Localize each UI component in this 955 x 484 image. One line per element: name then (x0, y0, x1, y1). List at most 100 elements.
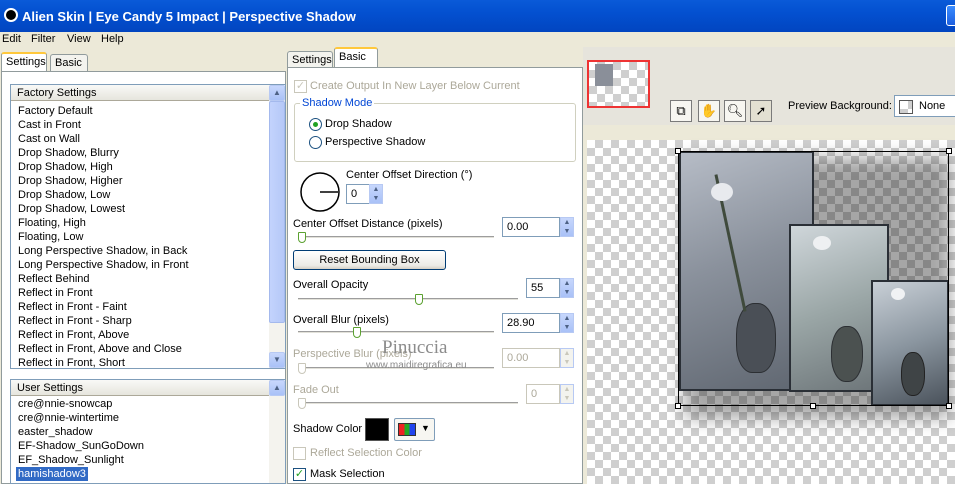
bbox-handle[interactable] (675, 403, 681, 409)
list-item[interactable]: Drop Shadow, Blurry (16, 146, 121, 160)
direction-dial[interactable] (298, 170, 342, 214)
create-output-label: Create Output In New Layer Below Current (310, 80, 520, 92)
fade-out-label: Fade Out (293, 384, 339, 396)
bbox-handle[interactable] (946, 148, 952, 154)
bbox-handle[interactable] (675, 148, 681, 154)
hand-tool-icon[interactable]: ✋ (698, 100, 720, 122)
direction-spinner-icon[interactable]: ▲ ▼ (369, 184, 383, 204)
shadow-mode-label: Shadow Mode (300, 97, 375, 109)
navigator-thumbnail[interactable] (587, 60, 650, 108)
drop-shadow-radio[interactable] (309, 118, 322, 131)
scroll-down-icon[interactable]: ▼ (269, 352, 285, 368)
perspective-blur-slider[interactable] (298, 363, 306, 374)
list-item[interactable]: cre@nnie-snowcap (16, 397, 114, 411)
menu-bar: Edit Filter View Help (0, 32, 955, 47)
drop-shadow-label: Drop Shadow (325, 118, 392, 130)
bbox-handle[interactable] (810, 403, 816, 409)
overall-opacity-slider[interactable] (414, 294, 423, 305)
center-offset-distance-slider[interactable] (298, 232, 306, 243)
bbox-handle[interactable] (946, 403, 952, 409)
preview-canvas[interactable] (587, 140, 955, 484)
overall-blur-field[interactable]: 28.90 (502, 313, 560, 333)
bounding-box[interactable] (678, 151, 949, 406)
color-picker-button[interactable]: ▼ (394, 418, 435, 441)
factory-scrollbar[interactable]: ▲ ▼ (269, 85, 285, 368)
list-item[interactable]: cre@nnie-wintertime (16, 411, 121, 425)
create-output-checkbox[interactable]: ✓ (294, 80, 307, 93)
menu-edit[interactable]: Edit (2, 33, 21, 45)
scroll-up-icon[interactable]: ▲ (269, 380, 285, 396)
opacity-spinner-icon[interactable]: ▲ ▼ (560, 278, 574, 298)
fade-out-slider[interactable] (298, 398, 306, 409)
overall-blur-label: Overall Blur (pixels) (293, 314, 389, 326)
mask-selection-label: Mask Selection (310, 468, 385, 480)
compare-icon[interactable]: ⧉ (670, 100, 692, 122)
zoom-icon[interactable]: 🔍︎ (724, 100, 746, 122)
title-bar: Alien Skin | Eye Candy 5 Impact | Perspe… (0, 0, 955, 32)
list-item[interactable]: Drop Shadow, Lowest (16, 202, 127, 216)
scroll-up-icon[interactable]: ▲ (269, 85, 285, 101)
center-offset-distance-field[interactable]: 0.00 (502, 217, 560, 237)
list-item[interactable]: hamishadow3 (16, 467, 88, 481)
list-item[interactable]: Drop Shadow, Higher (16, 174, 125, 188)
shadow-color-swatch[interactable] (365, 418, 389, 441)
list-item[interactable]: Long Perspective Shadow, in Front (16, 258, 191, 272)
watermark-url: www.maidiregrafica.eu (366, 360, 467, 371)
overall-opacity-label: Overall Opacity (293, 279, 369, 291)
list-item[interactable]: EF-Shadow_SunGoDown (16, 439, 146, 453)
tab-basic-mid[interactable]: Basic (334, 47, 378, 67)
preview-background-select[interactable]: None (894, 95, 955, 117)
list-item[interactable]: Drop Shadow, High (16, 160, 115, 174)
scroll-thumb[interactable] (269, 101, 285, 323)
list-item[interactable]: Factory Default (16, 104, 95, 118)
list-item[interactable]: Reflect Behind (16, 272, 92, 286)
perspective-blur-field[interactable]: 0.00 (502, 348, 560, 368)
user-settings-list[interactable]: User Settings cre@nnie-snowcap cre@nnie-w… (10, 379, 286, 484)
overall-opacity-track (298, 298, 518, 301)
fade-out-field[interactable]: 0 (526, 384, 560, 404)
minimize-button[interactable] (946, 5, 955, 26)
list-item[interactable]: Reflect in Front - Faint (16, 300, 129, 314)
overall-blur-slider[interactable] (352, 327, 361, 338)
perspective-shadow-radio[interactable] (309, 136, 322, 149)
list-item[interactable]: Reflect in Front, Short (16, 356, 127, 368)
list-item[interactable]: Reflect in Front - Sharp (16, 314, 134, 328)
overall-opacity-field[interactable]: 55 (526, 278, 560, 298)
user-settings-header: User Settings (11, 380, 269, 396)
palette-icon (398, 423, 416, 436)
factory-settings-list[interactable]: Factory Settings Factory Default Cast in … (10, 84, 286, 369)
menu-help[interactable]: Help (101, 33, 124, 45)
list-item[interactable]: Reflect in Front (16, 286, 95, 300)
list-item[interactable]: Reflect in Front, Above and Close (16, 342, 184, 356)
list-item[interactable]: Cast on Wall (16, 132, 82, 146)
list-item[interactable]: EF_Shadow_Sunlight (16, 453, 126, 467)
perspective-blur-spinner-icon[interactable]: ▲ ▼ (560, 348, 574, 368)
list-item[interactable]: Floating, High (16, 216, 88, 230)
tab-basic-left[interactable]: Basic (50, 54, 88, 72)
distance-spinner-icon[interactable]: ▲ ▼ (560, 217, 574, 237)
list-item[interactable]: Long Perspective Shadow, in Back (16, 244, 189, 258)
menu-view[interactable]: View (67, 33, 91, 45)
menu-filter[interactable]: Filter (31, 33, 55, 45)
list-item[interactable]: Floating, Low (16, 230, 85, 244)
pointer-tool-icon[interactable]: ➚ (750, 100, 772, 122)
watermark-title: Pinuccia (382, 337, 448, 358)
mask-selection-checkbox[interactable]: ✓ (293, 468, 306, 481)
center-offset-direction-field[interactable]: 0 (346, 184, 370, 204)
list-item[interactable]: Cast in Front (16, 118, 83, 132)
chevron-down-icon: ▼ (421, 423, 430, 433)
factory-settings-header: Factory Settings (11, 85, 269, 101)
thumbnail-image (595, 64, 613, 86)
blur-spinner-icon[interactable]: ▲ ▼ (560, 313, 574, 333)
fade-out-spinner-icon[interactable]: ▲ ▼ (560, 384, 574, 404)
app-icon (4, 8, 18, 22)
tab-settings-left[interactable]: Settings (1, 52, 47, 72)
reset-bounding-box-button[interactable]: Reset Bounding Box (293, 250, 446, 270)
center-offset-distance-track (298, 236, 494, 239)
user-scrollbar[interactable]: ▲ (269, 380, 285, 483)
list-item[interactable]: Reflect in Front, Above (16, 328, 131, 342)
shadow-mode-group (294, 103, 576, 162)
list-item[interactable]: easter_shadow (16, 425, 95, 439)
reflect-selection-color-checkbox[interactable] (293, 447, 306, 460)
list-item[interactable]: Drop Shadow, Low (16, 188, 112, 202)
